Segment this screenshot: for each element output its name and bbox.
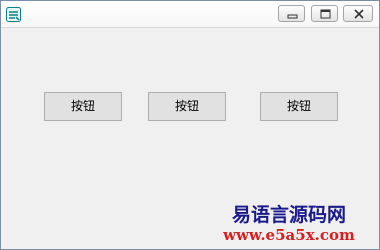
watermark-url: www.e5a5x.com (223, 226, 355, 244)
close-icon (354, 9, 364, 19)
title-bar[interactable] (1, 1, 379, 28)
close-button[interactable] (343, 5, 373, 22)
watermark-title: 易语言源码网 (231, 204, 346, 226)
minimize-button[interactable] (278, 5, 305, 22)
app-logo-icon (6, 7, 21, 22)
button-3[interactable]: 按钮 (260, 92, 338, 121)
client-area: 按钮 按钮 按钮 易语言源码网 www.e5a5x.com (1, 28, 379, 249)
button-1[interactable]: 按钮 (44, 92, 122, 121)
app-window: 按钮 按钮 按钮 易语言源码网 www.e5a5x.com (0, 0, 380, 250)
watermark: 易语言源码网 www.e5a5x.com (219, 204, 359, 245)
minimize-icon (287, 14, 298, 19)
maximize-button[interactable] (311, 5, 338, 22)
maximize-icon (320, 9, 331, 19)
button-2[interactable]: 按钮 (148, 92, 226, 121)
